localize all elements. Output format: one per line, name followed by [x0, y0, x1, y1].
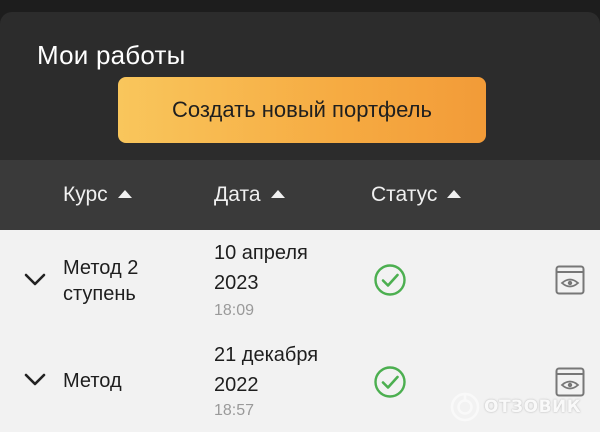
course-name: Метод	[63, 370, 122, 392]
table-row: Метод 2 ступень 10 апреля 2023 18:09	[0, 230, 600, 330]
table-header: Курс Дата Статус	[0, 160, 600, 230]
page-title: Мои работы	[37, 40, 186, 70]
expand-row-button[interactable]	[18, 363, 52, 397]
chevron-down-icon	[24, 373, 46, 386]
eye-icon[interactable]	[555, 265, 585, 295]
column-header-date-label: Дата	[214, 183, 261, 206]
column-header-course[interactable]: Курс	[63, 160, 132, 230]
column-header-status-label: Статус	[371, 183, 438, 206]
sort-ascending-icon	[447, 190, 462, 198]
otzovik-watermark: ОТЗОВИК	[450, 392, 581, 422]
sort-ascending-icon	[270, 190, 285, 198]
watermark-text: ОТЗОВИК	[484, 397, 582, 417]
column-header-course-label: Курс	[63, 183, 108, 206]
check-circle-icon	[374, 264, 406, 296]
sort-ascending-icon	[117, 190, 132, 198]
course-name: Метод 2 ступень	[63, 257, 139, 305]
date-value: 21 декабря 2022	[214, 344, 319, 396]
create-portfolio-button[interactable]: Создать новый портфель	[118, 77, 486, 143]
date-value: 10 апреля 2023	[214, 242, 308, 294]
column-header-status[interactable]: Статус	[371, 160, 462, 230]
top-panel: Мои работы Создать новый портфель	[0, 12, 600, 160]
my-works-screen: Мои работы Создать новый портфель Курс Д…	[0, 0, 600, 432]
column-header-date[interactable]: Дата	[214, 160, 285, 230]
time-value: 18:57	[214, 402, 255, 419]
expand-row-button[interactable]	[18, 263, 52, 297]
time-value: 18:09	[214, 302, 255, 319]
chevron-down-icon	[24, 273, 46, 286]
otzovik-logo-icon	[450, 392, 480, 422]
check-circle-icon	[374, 366, 406, 398]
